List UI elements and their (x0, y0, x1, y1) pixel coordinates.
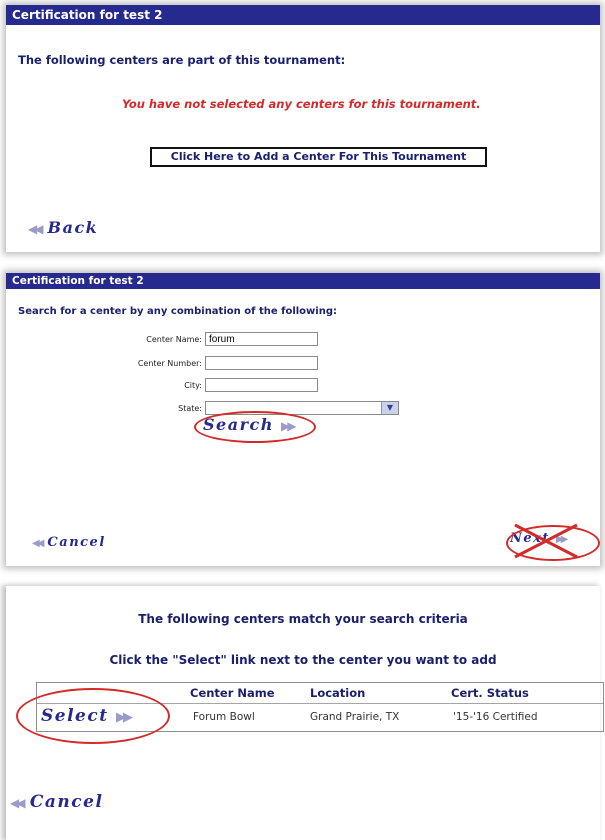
cert-status-cell: '15-'16 Certified (453, 711, 538, 723)
panel-center-search: Certification for test 2 Search for a ce… (6, 273, 600, 566)
no-centers-notice: You have not selected any centers for th… (122, 97, 481, 111)
results-message: The following centers match your search … (138, 612, 468, 626)
dropdown-arrow-icon: ▼ (381, 402, 398, 414)
center-number-input[interactable] (205, 356, 318, 370)
results-instructions: Click the "Select" link next to the cent… (109, 653, 497, 667)
location-cell: Grand Prairie, TX (310, 711, 400, 723)
section-heading: Search for a center by any combination o… (18, 306, 337, 317)
panel-search-results: The following centers match your search … (6, 586, 604, 840)
column-header: Location (310, 686, 366, 700)
add-center-button[interactable]: Click Here to Add a Center For This Tour… (150, 147, 487, 167)
column-header: Cert. Status (451, 686, 529, 700)
center-number-label: Center Number: (137, 359, 202, 368)
cross-out-icon (514, 523, 578, 559)
state-label: State: (178, 404, 202, 413)
city-input[interactable] (205, 378, 318, 392)
panel-title: Certification for test 2 (6, 273, 600, 289)
back-link-label: Back (47, 218, 99, 237)
column-header: Center Name (190, 686, 275, 700)
cancel-link-label: Cancel (29, 792, 104, 812)
cancel-link[interactable]: ◀◀ Cancel (32, 535, 106, 550)
double-left-arrow-icon: ◀◀ (32, 538, 45, 549)
center-name-input[interactable] (205, 332, 318, 346)
cancel-link-label: Cancel (47, 535, 106, 550)
annotation-circle (194, 411, 316, 443)
cancel-link[interactable]: ◀◀ Cancel (10, 792, 103, 812)
panel-centers-list: Certification for test 2 The following c… (6, 5, 600, 252)
center-name-label: Center Name: (146, 335, 202, 344)
double-left-arrow-icon: ◀◀ (10, 796, 26, 810)
annotation-circle (16, 688, 170, 744)
section-heading: The following centers are part of this t… (18, 53, 346, 67)
city-label: City: (184, 381, 202, 390)
center-name-cell: Forum Bowl (193, 711, 255, 723)
panel-title: Certification for test 2 (6, 5, 600, 25)
back-link[interactable]: ◀◀ Back (28, 218, 98, 237)
double-left-arrow-icon: ◀◀ (28, 222, 44, 236)
